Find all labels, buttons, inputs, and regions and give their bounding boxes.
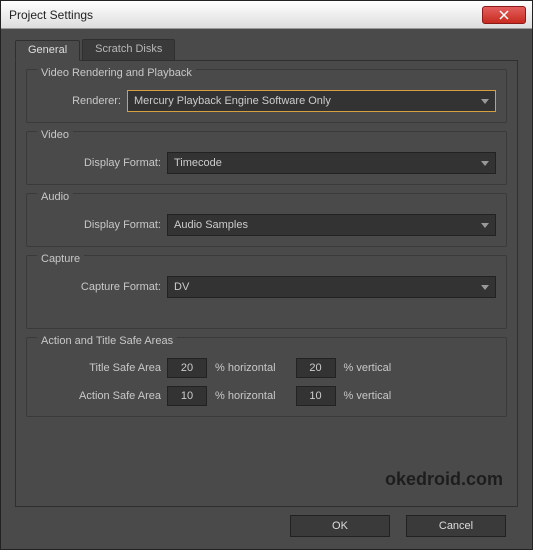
group-capture: Capture Capture Format: DV	[26, 255, 507, 329]
pct-vertical-label: % vertical	[336, 390, 412, 402]
window-title: Project Settings	[9, 8, 93, 22]
group-safe-areas: Action and Title Safe Areas Title Safe A…	[26, 337, 507, 417]
group-title-video: Video	[37, 129, 73, 141]
close-icon	[499, 10, 509, 20]
group-title-capture: Capture	[37, 253, 84, 265]
title-safe-v-input[interactable]: 20	[296, 358, 336, 378]
title-safe-label: Title Safe Area	[37, 362, 167, 374]
group-title-render: Video Rendering and Playback	[37, 67, 196, 79]
renderer-value: Mercury Playback Engine Software Only	[134, 95, 331, 107]
renderer-label: Renderer:	[37, 95, 127, 107]
close-button[interactable]	[482, 6, 526, 24]
dialog-body: General Scratch Disks Video Rendering an…	[1, 29, 532, 549]
chevron-down-icon	[481, 161, 489, 166]
pct-vertical-label: % vertical	[336, 362, 412, 374]
chevron-down-icon	[481, 285, 489, 290]
audio-display-label: Display Format:	[37, 219, 167, 231]
pct-horizontal-label: % horizontal	[207, 362, 296, 374]
action-safe-label: Action Safe Area	[37, 390, 167, 402]
audio-display-value: Audio Samples	[174, 219, 248, 231]
renderer-select[interactable]: Mercury Playback Engine Software Only	[127, 90, 496, 112]
cancel-button[interactable]: Cancel	[406, 515, 506, 537]
project-settings-window: Project Settings General Scratch Disks V…	[0, 0, 533, 550]
group-audio: Audio Display Format: Audio Samples	[26, 193, 507, 247]
video-display-select[interactable]: Timecode	[167, 152, 496, 174]
group-video: Video Display Format: Timecode	[26, 131, 507, 185]
button-bar: OK Cancel	[15, 507, 518, 541]
group-video-rendering: Video Rendering and Playback Renderer: M…	[26, 69, 507, 123]
chevron-down-icon	[481, 223, 489, 228]
tab-bar: General Scratch Disks	[15, 39, 518, 61]
capture-format-value: DV	[174, 281, 189, 293]
group-title-audio: Audio	[37, 191, 73, 203]
tab-scratch-disks[interactable]: Scratch Disks	[82, 39, 175, 60]
action-safe-h-input[interactable]: 10	[167, 386, 207, 406]
group-title-safe: Action and Title Safe Areas	[37, 335, 177, 347]
tab-general[interactable]: General	[15, 40, 80, 61]
capture-format-select[interactable]: DV	[167, 276, 496, 298]
action-safe-v-input[interactable]: 10	[296, 386, 336, 406]
audio-display-select[interactable]: Audio Samples	[167, 214, 496, 236]
chevron-down-icon	[481, 99, 489, 104]
general-panel: Video Rendering and Playback Renderer: M…	[15, 61, 518, 507]
titlebar: Project Settings	[1, 1, 532, 29]
ok-button[interactable]: OK	[290, 515, 390, 537]
pct-horizontal-label: % horizontal	[207, 390, 296, 402]
capture-format-label: Capture Format:	[37, 281, 167, 293]
video-display-value: Timecode	[174, 157, 222, 169]
video-display-label: Display Format:	[37, 157, 167, 169]
title-safe-h-input[interactable]: 20	[167, 358, 207, 378]
